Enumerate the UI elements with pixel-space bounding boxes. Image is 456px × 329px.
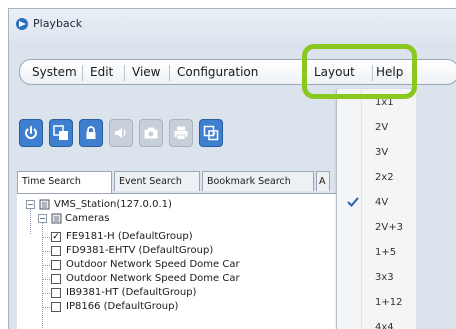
tab-event-search[interactable]: Event Search xyxy=(114,171,200,191)
collapse-toggle[interactable]: − xyxy=(38,214,47,223)
layout-option-1-12[interactable]: 1+12 xyxy=(375,297,402,308)
tab-label: Time Search xyxy=(22,176,81,187)
layout-option-1-5[interactable]: 1+5 xyxy=(375,247,396,258)
search-tabs: Time Search Event Search Bookmark Search… xyxy=(17,171,337,193)
tree-connector xyxy=(42,307,50,308)
layout-option-4v[interactable]: 4V xyxy=(375,197,388,208)
camera-checkbox[interactable] xyxy=(51,288,61,298)
layout-dropdown-menu: 1x1 2V 3V 2x2 4V 2V+3 1+5 3x3 1+12 4x4 xyxy=(336,89,416,329)
camera-checkbox[interactable] xyxy=(51,274,61,284)
menu-edit[interactable]: Edit xyxy=(90,65,113,79)
tree-group-label[interactable]: Cameras xyxy=(65,213,109,224)
tree-connector xyxy=(42,279,50,280)
tab-label: Event Search xyxy=(119,176,182,187)
playback-window: Playback System Edit View Configuration … xyxy=(8,8,456,329)
window-title: Playback xyxy=(33,17,83,30)
export-icon xyxy=(203,125,219,141)
server-icon xyxy=(39,199,50,210)
camera-checkbox[interactable] xyxy=(51,302,61,312)
camera-label[interactable]: FD9381-EHTV (DefaultGroup) xyxy=(66,245,213,256)
tree-connector xyxy=(42,293,50,294)
camera-checkbox[interactable] xyxy=(51,260,61,270)
tree-connector xyxy=(42,265,50,266)
snapshot-icon xyxy=(144,127,158,139)
menu-separator xyxy=(124,65,125,81)
camera-label[interactable]: FE9181-H (DefaultGroup) xyxy=(66,231,193,242)
camera-label[interactable]: Outdoor Network Speed Dome Car xyxy=(66,259,336,270)
camera-checkbox[interactable] xyxy=(51,246,61,256)
print-button[interactable] xyxy=(169,119,193,147)
print-icon xyxy=(174,126,188,140)
tree-connector xyxy=(42,218,43,329)
camera-checkbox[interactable]: ✓ xyxy=(51,232,61,242)
title-bar: Playback xyxy=(9,9,456,49)
camera-label[interactable]: IB9381-HT (DefaultGroup) xyxy=(66,287,196,298)
tab-label: A xyxy=(319,176,326,187)
tab-bookmark-search[interactable]: Bookmark Search xyxy=(202,171,314,191)
audio-button[interactable] xyxy=(109,119,133,147)
layout-option-3v[interactable]: 3V xyxy=(375,147,388,158)
menu-configuration[interactable]: Configuration xyxy=(177,65,262,79)
camera-group-icon xyxy=(51,213,62,224)
tree-connector xyxy=(42,251,50,252)
layout-option-2x2[interactable]: 2x2 xyxy=(375,172,394,183)
power-button[interactable] xyxy=(19,119,43,147)
tree-connector xyxy=(42,237,50,238)
tab-time-search[interactable]: Time Search xyxy=(17,171,112,193)
menu-separator xyxy=(82,65,83,81)
layout-highlight-box xyxy=(302,44,417,99)
menu-system[interactable]: System xyxy=(32,65,77,79)
lock-button[interactable] xyxy=(79,119,103,147)
audio-icon xyxy=(115,128,126,138)
layout-option-2v-3[interactable]: 2V+3 xyxy=(375,222,403,233)
tree-root-label[interactable]: VMS_Station(127.0.0.1) xyxy=(54,199,172,210)
tab-label: Bookmark Search xyxy=(207,176,291,187)
export-button[interactable] xyxy=(199,119,223,147)
tab-overflow[interactable]: A xyxy=(316,171,330,191)
menu-gutter xyxy=(361,89,362,329)
checkmark-icon xyxy=(347,197,359,207)
snapshot-button[interactable] xyxy=(139,119,163,147)
layout-option-3x3[interactable]: 3x3 xyxy=(375,272,394,283)
collapse-toggle[interactable]: − xyxy=(26,200,35,209)
menu-view[interactable]: View xyxy=(132,65,160,79)
device-tree: − VMS_Station(127.0.0.1) − Cameras ✓ FE9… xyxy=(17,193,347,329)
camera-swap-icon xyxy=(53,125,68,140)
camera-label[interactable]: IP8166 (DefaultGroup) xyxy=(66,301,178,312)
lock-icon xyxy=(86,126,96,139)
camera-swap-button[interactable] xyxy=(49,119,73,147)
layout-option-2v[interactable]: 2V xyxy=(375,122,388,133)
menu-separator xyxy=(169,65,170,81)
layout-option-4x4[interactable]: 4x4 xyxy=(375,322,394,329)
camera-label[interactable]: Outdoor Network Speed Dome Car xyxy=(66,273,336,284)
power-icon xyxy=(25,126,37,139)
playback-app-icon xyxy=(16,18,28,30)
